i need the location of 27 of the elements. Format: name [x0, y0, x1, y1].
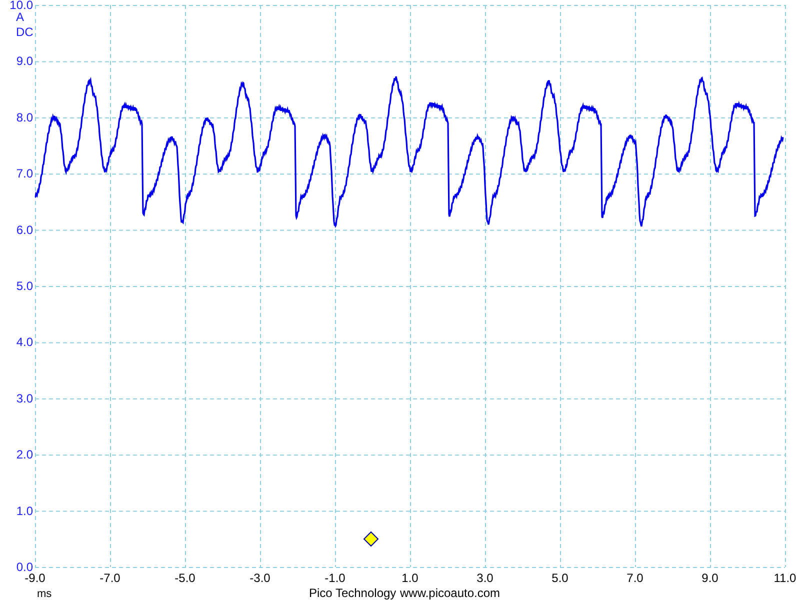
y-axis-label: 0.0	[16, 560, 33, 574]
x-axis-label: -7.0	[100, 571, 120, 585]
company-name: Pico Technology	[309, 586, 396, 600]
x-axis-label: -3.0	[250, 571, 270, 585]
y-axis-label: 1.0	[16, 504, 33, 518]
y-axis-label: 3.0	[16, 391, 33, 406]
y-axis-label: 5.0	[16, 279, 33, 293]
x-axis-label: 1.0	[402, 571, 418, 585]
x-axis-label: 5.0	[552, 571, 568, 585]
y-axis-label: 9.0	[16, 54, 33, 68]
y-axis-label: 10.0	[10, 0, 33, 12]
x-axis-unit: ms	[37, 588, 52, 600]
y-axis-unit: A	[16, 10, 24, 24]
trigger-marker-icon[interactable]	[363, 531, 379, 547]
y-axis-label: 7.0	[16, 166, 33, 181]
x-axis-label: 7.0	[626, 571, 644, 585]
x-axis-label: -1.0	[324, 571, 346, 585]
x-axis-label: 11.0	[774, 571, 796, 585]
coupling-label: DC	[16, 25, 34, 39]
x-axis-label: 3.0	[476, 571, 494, 585]
y-axis-label: 8.0	[16, 110, 33, 124]
y-axis-label: 4.0	[16, 335, 33, 350]
y-axis-label: 6.0	[16, 222, 33, 237]
x-axis-label: 9.0	[702, 571, 718, 585]
x-axis-label: -5.0	[174, 571, 196, 585]
y-axis-label: 2.0	[16, 448, 33, 462]
x-axis-label: -9.0	[24, 571, 46, 585]
